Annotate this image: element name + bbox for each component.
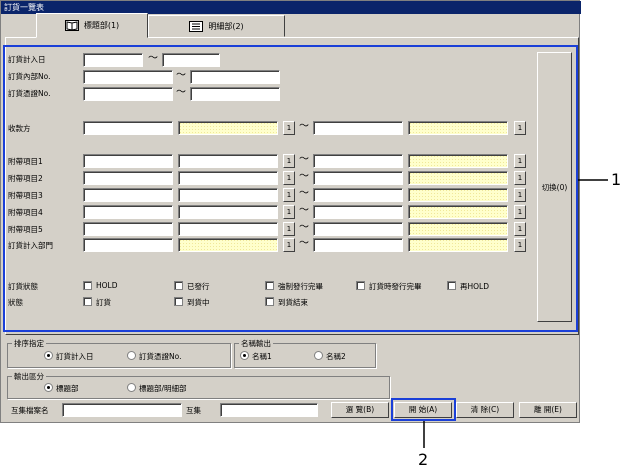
callout-lines — [423, 179, 608, 448]
book-icon — [64, 20, 79, 31]
callout-2: 2 — [418, 450, 429, 469]
tab-header-label: 標題部(1) — [83, 21, 120, 30]
callout-1: 1 — [611, 170, 622, 189]
tab-header[interactable]: 標題部(1) — [36, 13, 148, 38]
